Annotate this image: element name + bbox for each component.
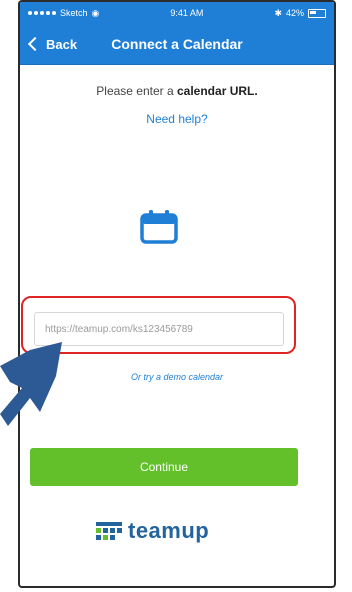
calendar-url-input[interactable]: https://teamup.com/ks123456789 — [34, 312, 284, 346]
back-button[interactable]: Back — [26, 24, 77, 64]
teamup-logo: teamup — [96, 518, 209, 544]
wifi-icon: ◉ — [91, 7, 100, 18]
page-title: Connect a Calendar — [111, 36, 243, 52]
status-right: ✱ 42% — [274, 8, 326, 19]
continue-button[interactable]: Continue — [30, 448, 298, 486]
url-placeholder: https://teamup.com/ks123456789 — [45, 323, 193, 335]
arrow-pointer-icon — [0, 342, 62, 426]
instruction-prefix: Please enter a — [96, 84, 177, 98]
status-left: Sketch ◉ — [28, 8, 99, 19]
instruction-text: Please enter a calendar URL. — [18, 84, 336, 98]
carrier-label: Sketch — [60, 8, 88, 18]
battery-percent: 42% — [285, 8, 304, 18]
bluetooth-icon: ✱ — [274, 7, 282, 18]
calendar-icon — [140, 210, 178, 244]
teamup-logo-text: teamup — [128, 518, 210, 543]
continue-label: Continue — [139, 460, 189, 474]
need-help-link[interactable]: Need help? — [18, 112, 336, 126]
status-time: 9:41 AM — [170, 8, 204, 18]
signal-strength-icon — [28, 11, 56, 15]
instruction-bold: calendar URL. — [177, 84, 258, 98]
navigation-bar: Back Connect a Calendar — [20, 24, 334, 65]
back-label: Back — [46, 36, 78, 52]
chevron-left-icon — [27, 36, 43, 52]
battery-icon — [308, 8, 326, 18]
status-bar: Sketch ◉ 9:41 AM ✱ 42% — [20, 2, 334, 24]
teamup-logo-icon — [96, 522, 122, 540]
